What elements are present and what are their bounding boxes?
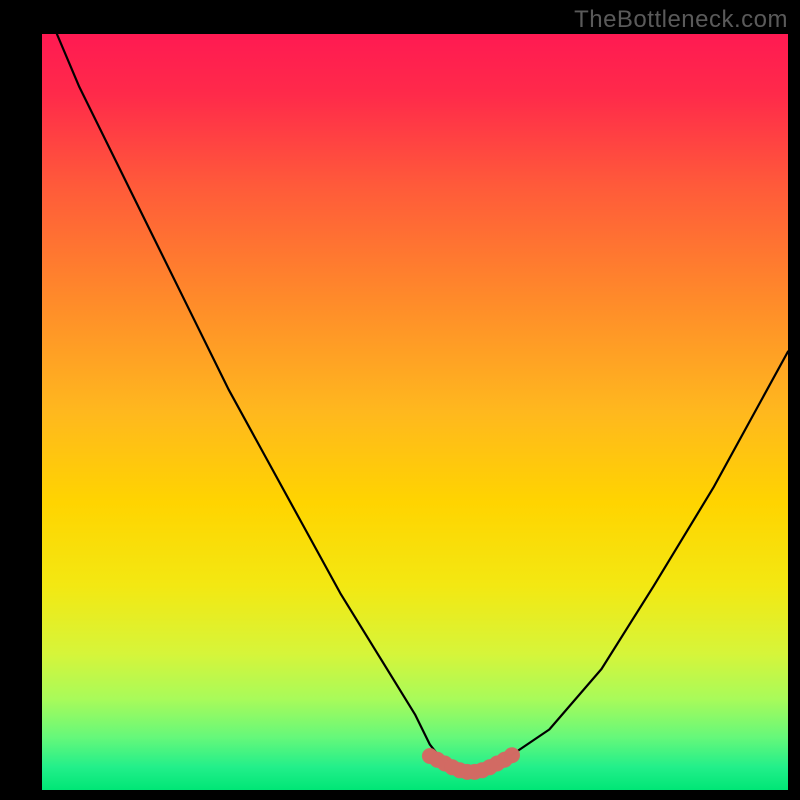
gradient-background: [42, 34, 788, 790]
bottleneck-chart: [0, 0, 800, 800]
frame-right: [788, 0, 800, 800]
chart-frame: TheBottleneck.com: [0, 0, 800, 800]
watermark-text: TheBottleneck.com: [574, 6, 788, 34]
frame-left: [0, 0, 42, 800]
frame-bottom: [0, 790, 800, 800]
